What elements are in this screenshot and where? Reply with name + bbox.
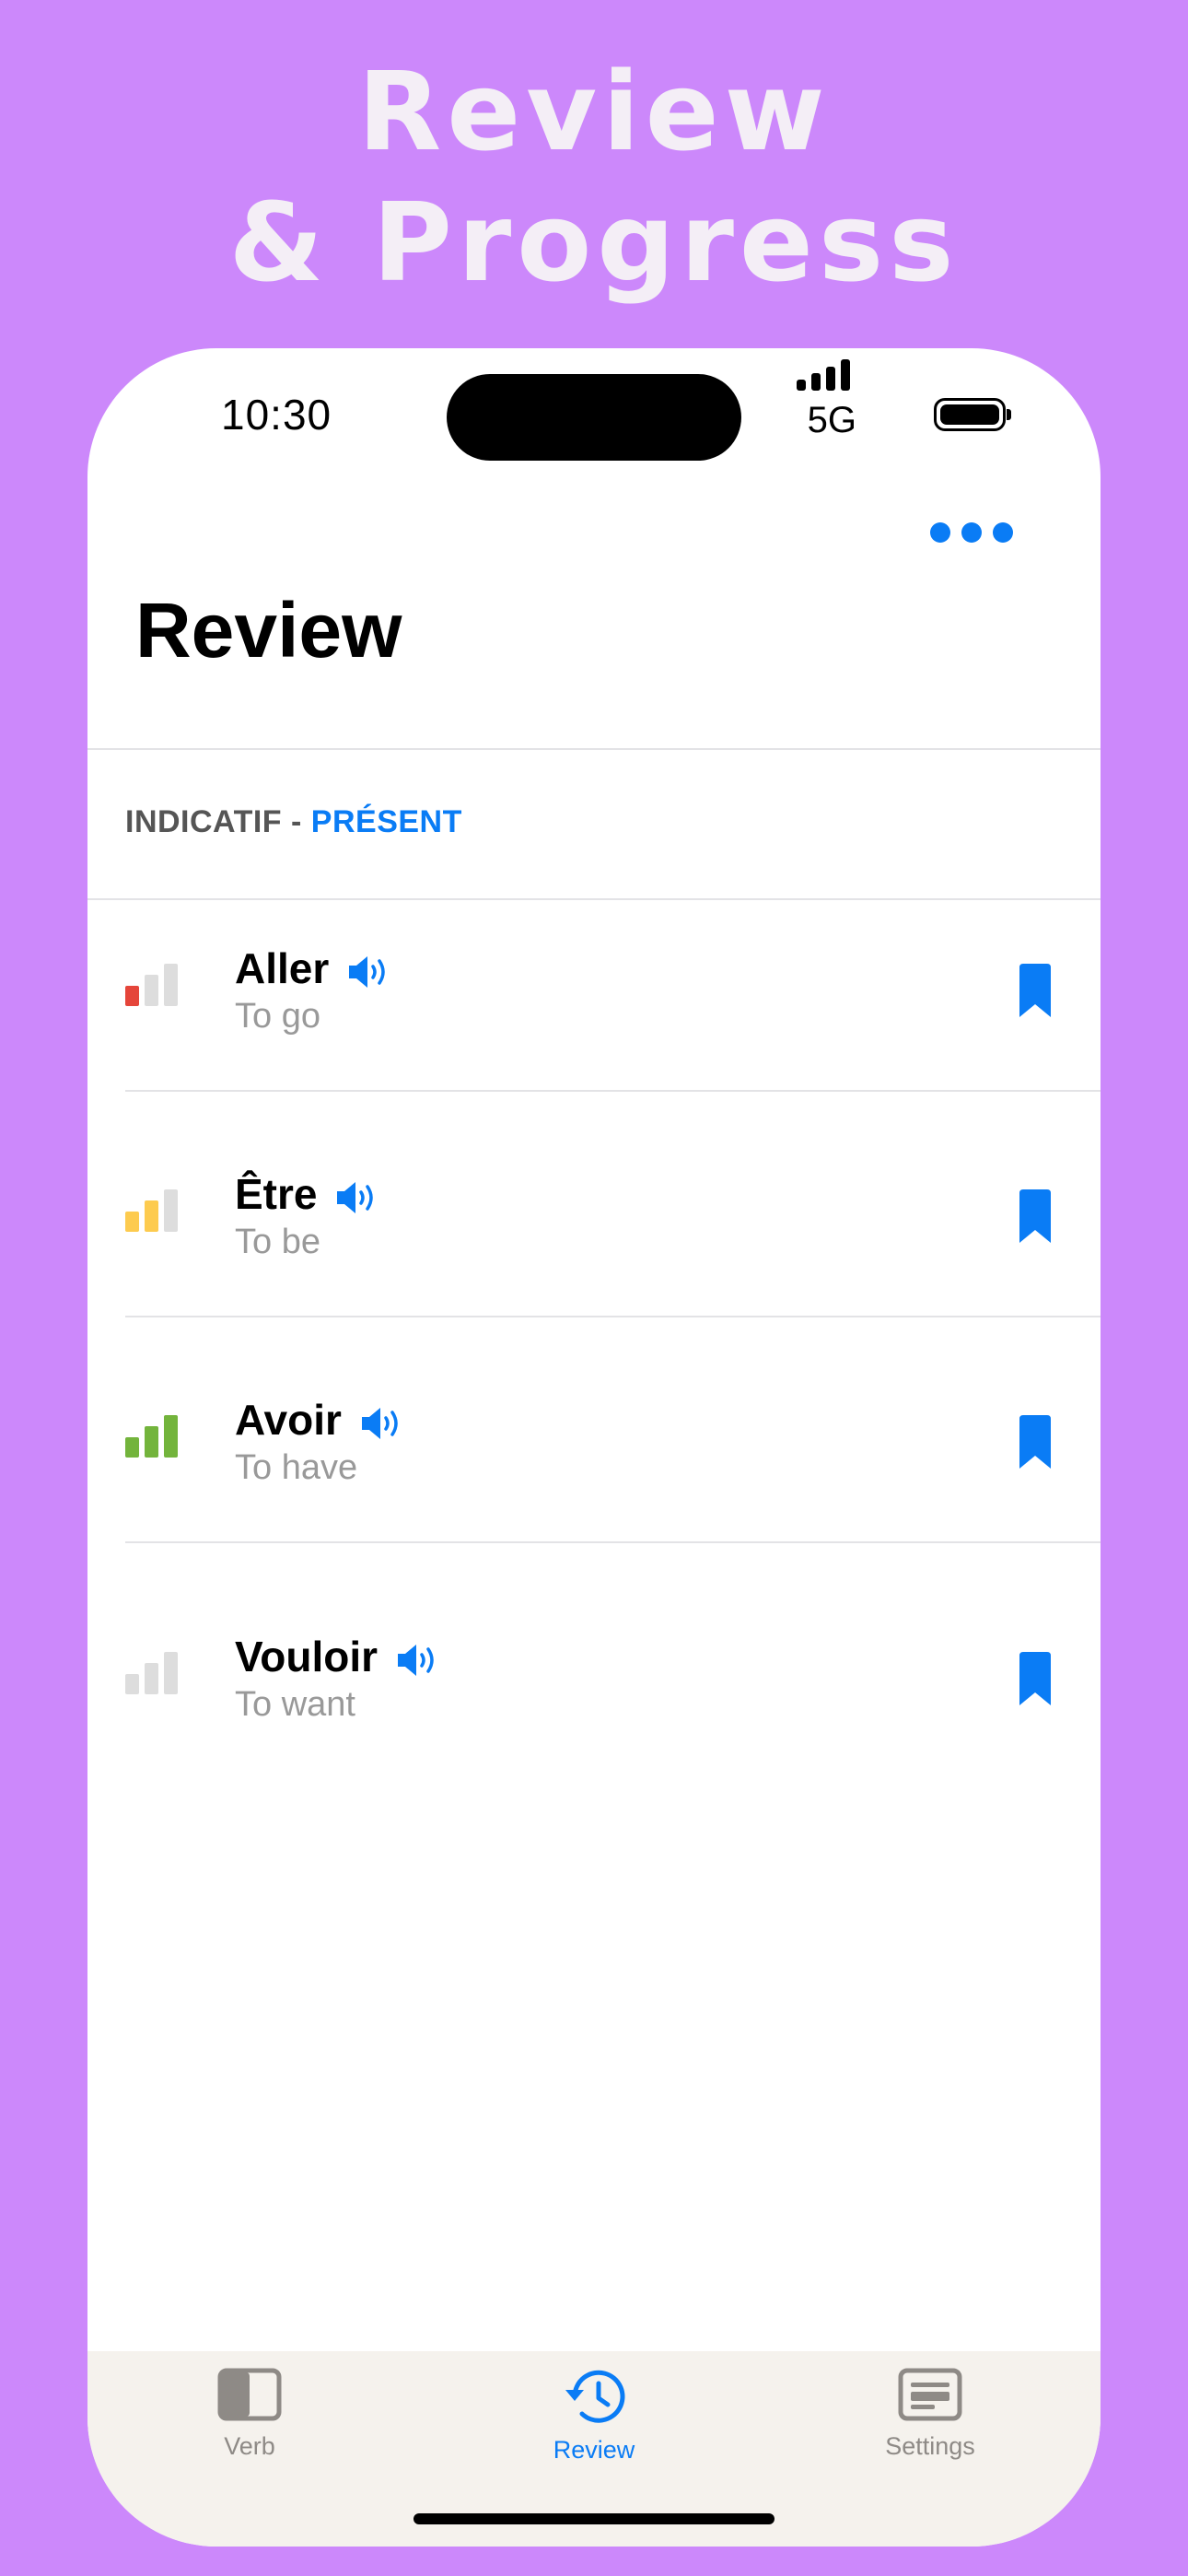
verb-row-vouloir[interactable]: Vouloir To want <box>87 1587 1101 1772</box>
verb-title: Vouloir <box>235 1632 440 1681</box>
verb-name: Aller <box>235 944 330 992</box>
verb-title: Avoir <box>235 1395 404 1445</box>
section-header: INDICATIF - PRÉSENT <box>125 804 462 840</box>
verb-name: Être <box>235 1170 318 1218</box>
page-title: Review <box>135 587 402 673</box>
home-indicator <box>413 2513 775 2524</box>
section-tense: PRÉSENT <box>310 804 462 839</box>
verb-row-etre[interactable]: Être To be <box>87 1125 1101 1309</box>
progress-bars-icon <box>125 964 181 1006</box>
more-options-button[interactable] <box>930 514 1013 551</box>
verb-name: Avoir <box>235 1396 342 1444</box>
speaker-icon[interactable] <box>360 1404 404 1443</box>
bookmark-icon[interactable] <box>1019 1415 1051 1469</box>
verb-title: Être <box>235 1169 379 1219</box>
tab-verb[interactable]: Verb <box>157 2368 342 2461</box>
tab-settings[interactable]: Settings <box>838 2368 1022 2461</box>
status-time: 10:30 <box>221 391 332 439</box>
bookmark-icon[interactable] <box>1019 1189 1051 1243</box>
status-right: 5G <box>700 396 1013 440</box>
verb-translation: To go <box>235 997 320 1036</box>
tab-label: Verb <box>224 2432 275 2460</box>
verb-translation: To want <box>235 1685 355 1724</box>
bookmark-icon[interactable] <box>1019 964 1051 1017</box>
divider <box>125 1090 1101 1092</box>
progress-bars-icon <box>125 1415 181 1458</box>
history-clock-icon <box>565 2370 625 2423</box>
divider <box>125 1316 1101 1317</box>
section-mood: INDICATIF - <box>125 804 311 839</box>
hero-title: Review & Progress <box>0 46 1188 308</box>
network-label: 5G <box>807 400 856 440</box>
divider <box>125 1541 1101 1543</box>
sidebar-icon <box>217 2368 282 2421</box>
speaker-icon[interactable] <box>396 1641 440 1680</box>
ellipsis-icon <box>930 522 950 543</box>
cellular-signal-icon <box>797 359 850 391</box>
verb-title: Aller <box>235 943 391 993</box>
progress-bars-icon <box>125 1652 181 1694</box>
tab-label: Review <box>553 2436 635 2464</box>
verb-row-avoir[interactable]: Avoir To have <box>87 1351 1101 1535</box>
verb-translation: To be <box>235 1223 320 1261</box>
phone-frame: 10:30 5G Review INDICATIF - PRÉSENT Alle… <box>87 348 1101 2547</box>
hero-line-2: & Progress <box>228 179 960 306</box>
tab-review[interactable]: Review <box>502 2368 686 2465</box>
verb-translation: To have <box>235 1448 358 1487</box>
progress-bars-icon <box>125 1189 181 1232</box>
dynamic-island <box>447 374 741 461</box>
verb-row-aller[interactable]: Aller To go <box>87 899 1101 1083</box>
divider <box>87 748 1101 750</box>
speaker-icon[interactable] <box>347 953 391 991</box>
verb-name: Vouloir <box>235 1633 379 1680</box>
battery-icon <box>934 398 1011 431</box>
settings-card-icon <box>898 2368 962 2421</box>
bookmark-icon[interactable] <box>1019 1652 1051 1705</box>
speaker-icon[interactable] <box>335 1178 379 1217</box>
hero-line-1: Review <box>357 48 831 175</box>
tab-label: Settings <box>885 2432 975 2460</box>
